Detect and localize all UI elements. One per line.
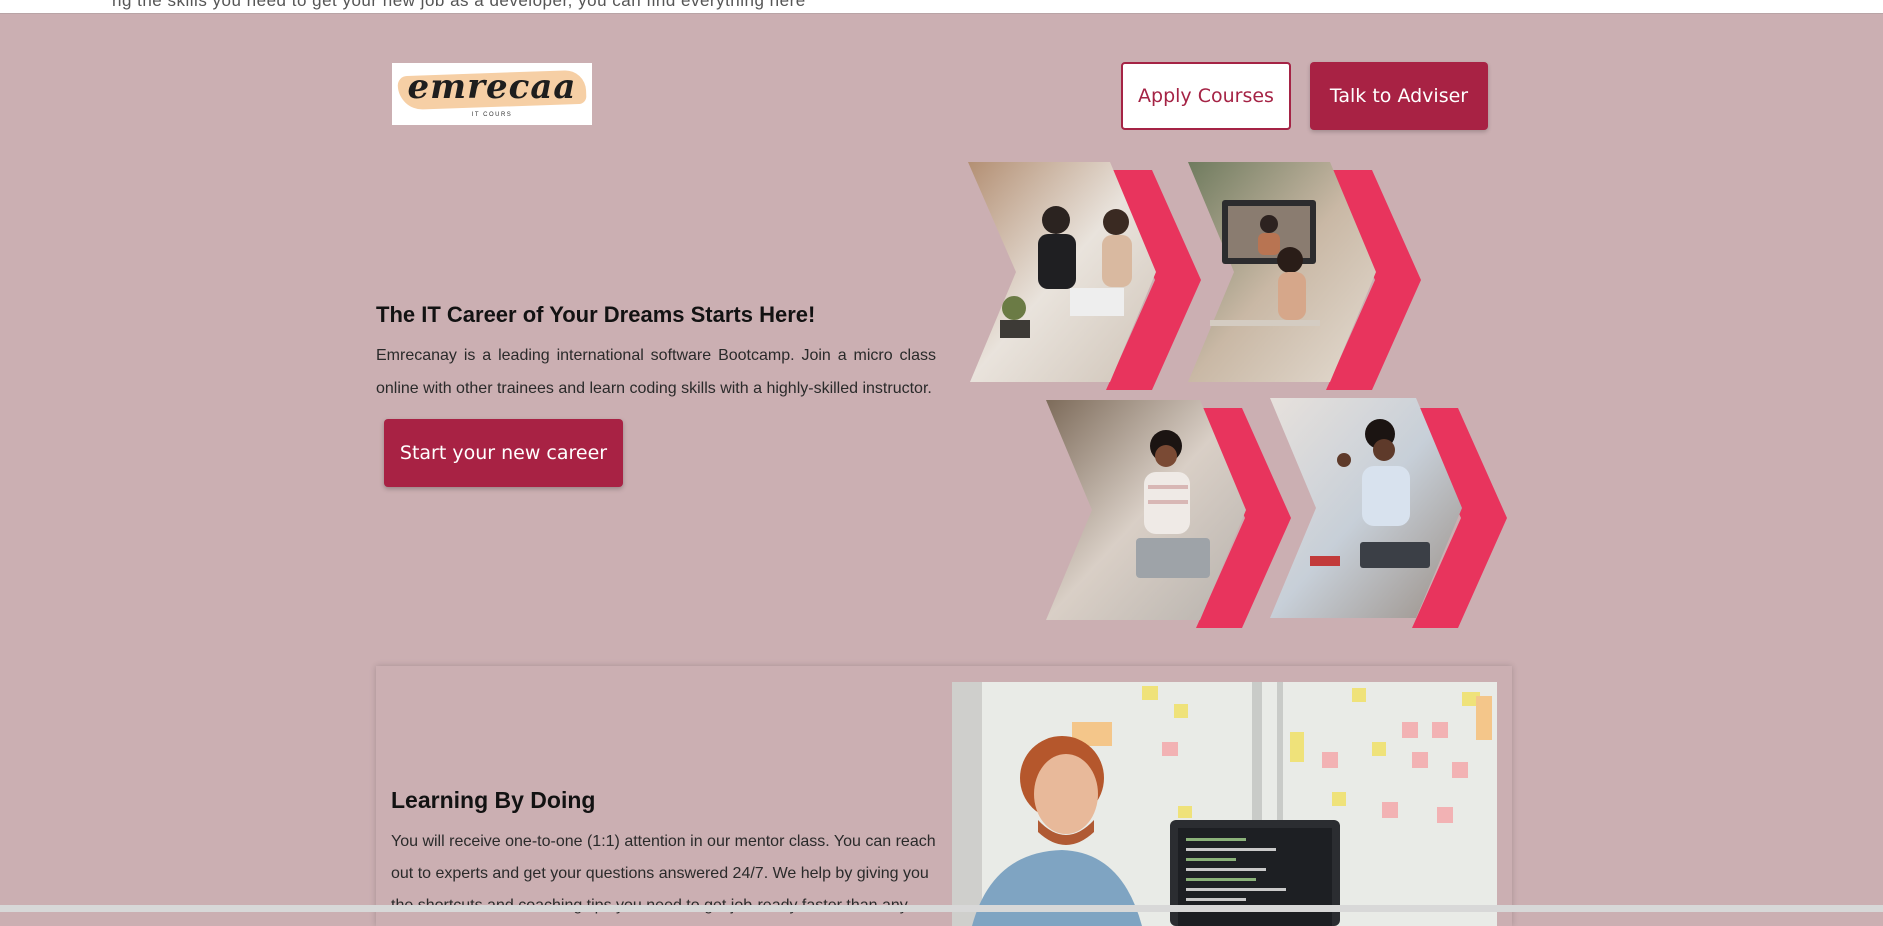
- logo-wordmark: emrecaa: [407, 67, 577, 107]
- talk-to-adviser-button[interactable]: Talk to Adviser: [1310, 62, 1488, 130]
- logo-subtitle: IT COURS: [471, 112, 513, 118]
- apply-courses-button[interactable]: Apply Courses: [1121, 62, 1291, 130]
- tile-4: [1270, 398, 1507, 628]
- horizontal-scrollbar[interactable]: [0, 905, 1883, 912]
- top-strip-text: ng the skills you need to get your new j…: [112, 0, 806, 10]
- top-strip: ng the skills you need to get your new j…: [0, 0, 1883, 14]
- hero-title: The IT Career of Your Dreams Starts Here…: [376, 302, 816, 327]
- smiling-developer-photo: [952, 682, 1497, 926]
- learning-title: Learning By Doing: [391, 787, 596, 813]
- tile-2: [1188, 162, 1421, 390]
- start-new-career-button[interactable]: Start your new career: [384, 419, 623, 487]
- hero-description: Emrecanay is a leading international sof…: [376, 347, 936, 397]
- logo[interactable]: emrecaa IT COURS: [392, 63, 592, 125]
- hero-image-grid: [968, 162, 1507, 628]
- tile-3: [1046, 400, 1291, 628]
- learning-section: Learning By Doing You will receive one-t…: [376, 666, 1512, 926]
- tile-1: [968, 162, 1201, 390]
